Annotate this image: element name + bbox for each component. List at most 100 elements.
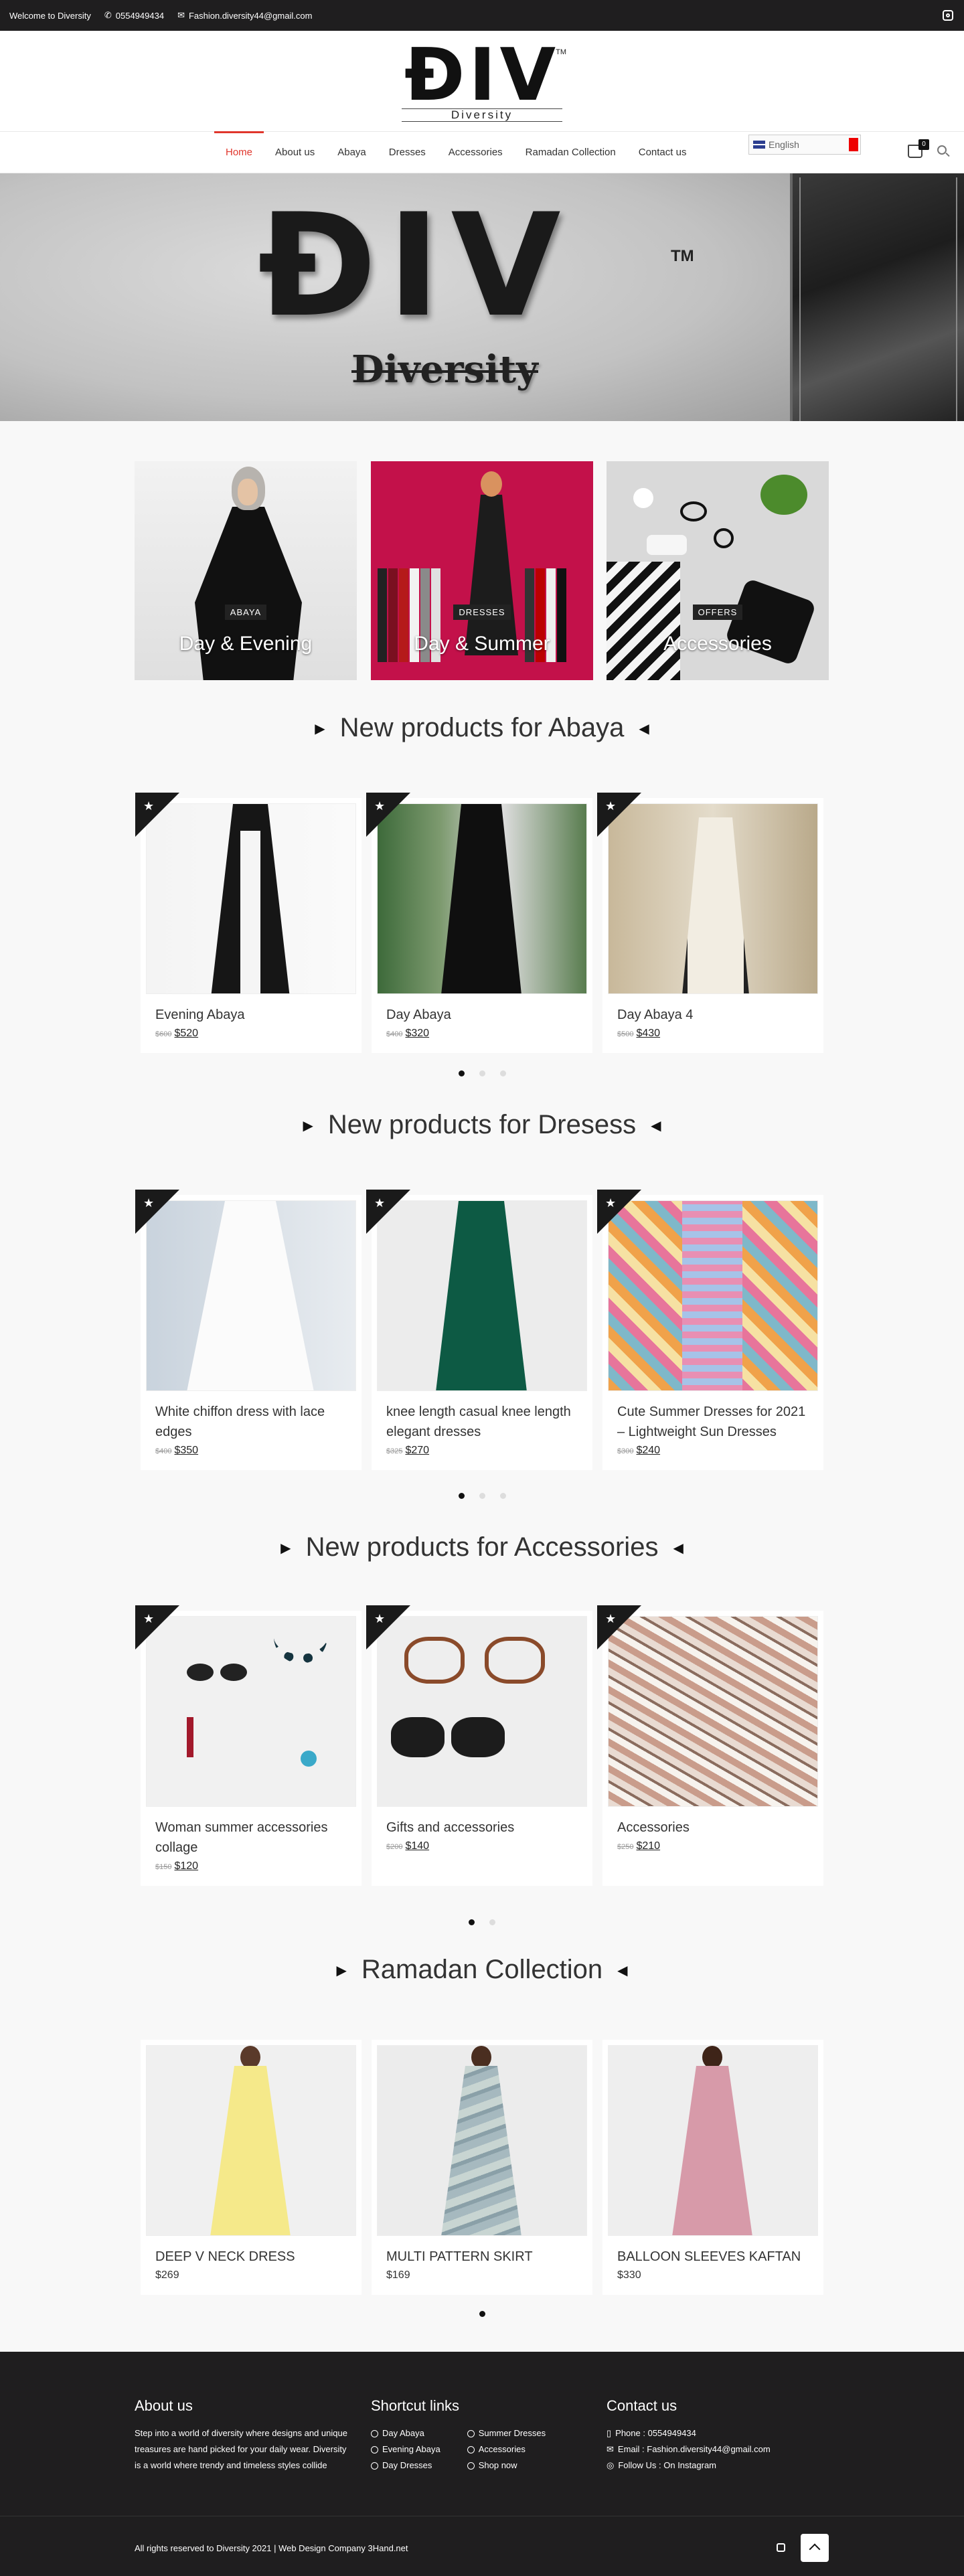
language-select[interactable]: English [748,135,861,155]
topbar-email[interactable]: ✉ Fashion.diversity44@gmail.com [177,10,312,21]
footer-email-label[interactable]: Email : Fashion.diversity44@gmail.com [618,2441,771,2458]
carousel-dot[interactable] [479,1070,485,1076]
product-card[interactable]: ★ Day Abaya $400 $320 [366,793,592,1053]
nav-ramadan[interactable]: Ramadan Collection [514,132,627,173]
footer-link-label[interactable]: Evening Abaya [382,2441,440,2458]
site-logo[interactable]: ĐIV TM Diversity [395,39,569,126]
footer-phone[interactable]: ▯ Phone : 0554949434 [607,2425,771,2441]
product-card[interactable]: ★ Gifts and accessories $200 $140 [366,1605,592,1886]
featured-corner [597,1190,641,1234]
carousel-dot[interactable] [458,1070,465,1076]
uk-flag-icon [753,141,765,149]
category-tag: OFFERS [692,605,743,620]
product-name[interactable]: Day Abaya 4 [617,1005,809,1025]
product-card[interactable]: DEEP V NECK DRESS $269 [141,2040,362,2295]
footer-link[interactable]: Accessories [467,2441,546,2458]
ramadan-product-carousel: DEEP V NECK DRESS $269 MULTI PATTERN SKI… [134,2040,830,2295]
carousel-dot[interactable] [499,1070,506,1076]
product-price: $169 [386,2269,410,2281]
nav-home[interactable]: Home [214,131,264,173]
footer-link[interactable]: Day Abaya [371,2425,440,2441]
footer-link[interactable]: Shop now [467,2458,546,2474]
star-icon: ★ [605,1612,617,1625]
product-name[interactable]: Evening Abaya [155,1005,347,1025]
scroll-to-top-button[interactable] [801,2534,829,2562]
carousel-dot[interactable] [479,1493,485,1499]
product-name[interactable]: Day Abaya [386,1005,578,1025]
site-footer: About us Step into a world of diversity … [0,2352,964,2516]
old-price: $300 [617,1447,634,1455]
footer-instagram-label[interactable]: Follow Us : On Instagram [618,2458,716,2474]
product-card[interactable]: ★ Day Abaya 4 $500 $430 [597,793,823,1053]
footer-link[interactable]: Summer Dresses [467,2425,546,2441]
check-circle-icon [371,2462,378,2470]
footer-shortcuts: Shortcut links Day Abaya Evening Abaya D… [371,2397,546,2474]
footer-link-label[interactable]: Summer Dresses [479,2425,546,2441]
footer-link[interactable]: Evening Abaya [371,2441,440,2458]
product-card[interactable]: ★ Woman summer accessories collage $150 $… [135,1605,362,1886]
product-name[interactable]: MULTI PATTERN SKIRT [386,2247,578,2267]
product-card[interactable]: ★ Cute Summer Dresses for 2021 – Lightwe… [597,1190,823,1470]
search-icon[interactable] [937,145,947,155]
footer-heading: About us [135,2397,193,2414]
product-card[interactable]: ★ knee length casual knee length elegant… [366,1190,592,1470]
check-circle-icon [371,2429,378,2437]
footer-link[interactable]: Day Dresses [371,2458,440,2474]
product-name[interactable]: Gifts and accessories [386,1818,578,1838]
product-card[interactable]: BALLOON SLEEVES KAFTAN $330 [602,2040,823,2295]
dresses-product-carousel: ★ White chiffon dress with lace edges $4… [134,1190,830,1470]
nav-accessories[interactable]: Accessories [437,132,514,173]
footer-link-label[interactable]: Accessories [479,2441,526,2458]
nav-about[interactable]: About us [264,132,326,173]
product-image[interactable] [377,2045,587,2236]
product-card[interactable]: MULTI PATTERN SKIRT $169 [372,2040,592,2295]
category-abaya[interactable]: ABAYA Day & Evening [135,461,357,680]
category-dresses[interactable]: DRESSES Day & Summer [371,461,593,680]
product-name[interactable]: White chiffon dress with lace edges [155,1402,347,1442]
product-image[interactable] [608,2045,818,2236]
product-name[interactable]: BALLOON SLEEVES KAFTAN [617,2247,809,2267]
product-card[interactable]: ★ Accessories $250 $210 [597,1605,823,1886]
footer-instagram[interactable]: ◎ Follow Us : On Instagram [607,2458,771,2474]
product-card[interactable]: ★ White chiffon dress with lace edges $4… [135,1190,362,1470]
star-icon: ★ [605,1196,617,1210]
star-icon: ★ [605,799,617,813]
star-icon: ★ [374,1612,386,1625]
category-accessories[interactable]: OFFERS Accessories [607,461,829,680]
check-circle-icon [467,2462,475,2470]
product-name[interactable]: DEEP V NECK DRESS [155,2247,347,2267]
product-price: $320 [405,1028,430,1039]
carousel-dot[interactable] [499,1493,506,1499]
carousel-dot[interactable] [458,1493,465,1499]
carousel-dot[interactable] [479,2311,485,2317]
product-name[interactable]: knee length casual knee length elegant d… [386,1402,578,1442]
product-card[interactable]: ★ Evening Abaya $600 $520 [135,793,362,1053]
email-address[interactable]: Fashion.diversity44@gmail.com [189,11,312,21]
category-title: Accessories [663,633,772,655]
old-price: $325 [386,1447,403,1455]
carousel-dot[interactable] [489,1919,495,1925]
instagram-icon[interactable] [777,2543,785,2552]
triangle-right-icon: ▶ [303,1119,313,1134]
phone-number[interactable]: 0554949434 [116,11,164,21]
product-name[interactable]: Cute Summer Dresses for 2021 – Lightweig… [617,1402,809,1442]
nav-dresses[interactable]: Dresses [378,132,437,173]
old-price: $200 [386,1843,403,1851]
topbar-phone[interactable]: ✆ 0554949434 [104,10,164,21]
footer-about-text: Step into a world of diversity where des… [135,2428,347,2470]
instagram-icon[interactable] [943,10,953,21]
cart-icon[interactable]: 0 [908,139,929,158]
product-name[interactable]: Woman summer accessories collage [155,1818,347,1858]
product-image[interactable] [146,2045,356,2236]
nav-abaya[interactable]: Abaya [326,132,378,173]
triangle-left-icon: ◀ [617,1963,628,1979]
footer-phone-label[interactable]: Phone : 0554949434 [615,2425,696,2441]
carousel-dot[interactable] [469,1919,475,1925]
product-name[interactable]: Accessories [617,1818,809,1838]
nav-contact[interactable]: Contact us [627,132,698,173]
footer-link-label[interactable]: Day Dresses [382,2458,432,2474]
section-title-text: Ramadan Collection [361,1955,603,1984]
footer-link-label[interactable]: Day Abaya [382,2425,424,2441]
footer-email[interactable]: ✉ Email : Fashion.diversity44@gmail.com [607,2441,771,2458]
footer-link-label[interactable]: Shop now [479,2458,517,2474]
